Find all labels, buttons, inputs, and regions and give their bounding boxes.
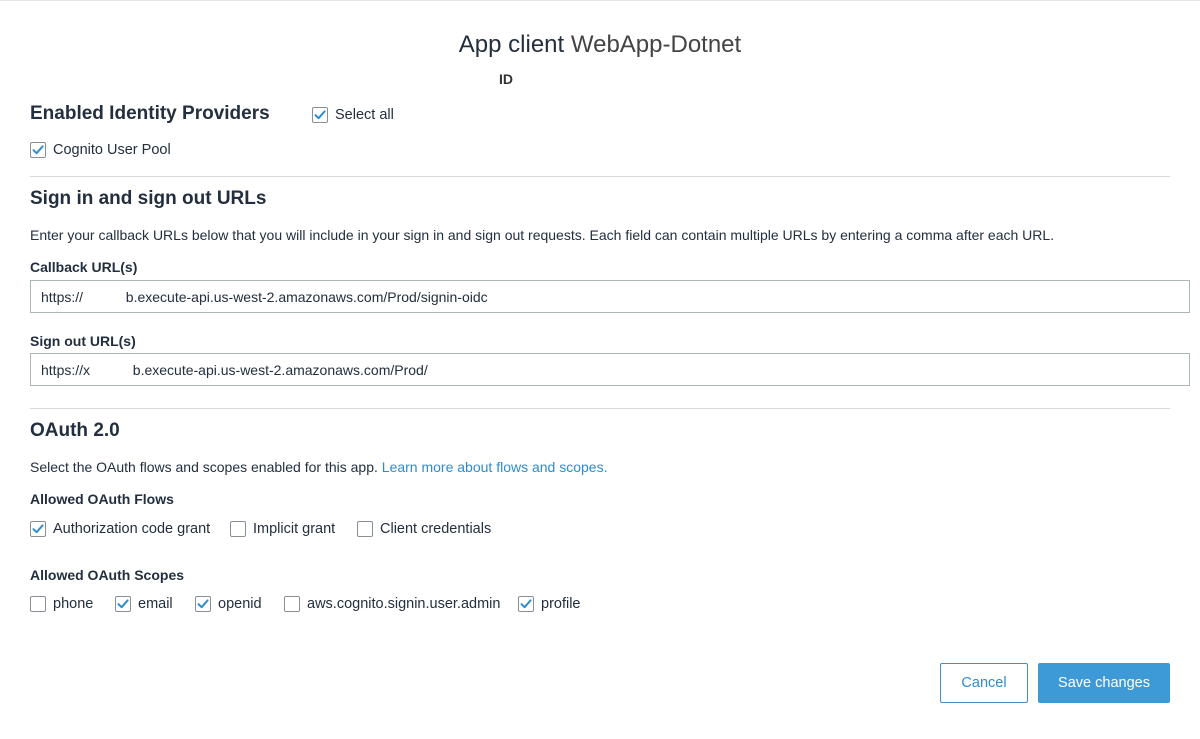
scope-label: email: [138, 596, 173, 612]
urls-description: Enter your callback URLs below that you …: [30, 227, 1055, 243]
callback-url-input[interactable]: [30, 280, 1190, 313]
top-border: [0, 0, 1200, 1]
select-all-checkbox[interactable]: Select all: [312, 107, 394, 123]
flow-label: Implicit grant: [253, 521, 336, 537]
flow-implicit-grant-checkbox[interactable]: Implicit grant: [230, 521, 335, 537]
scope-label: aws.cognito.signin.user.admin: [307, 596, 501, 612]
scope-phone-checkbox[interactable]: phone: [30, 596, 93, 612]
signout-url-label: Sign out URL(s): [30, 333, 136, 349]
identity-providers-heading: Enabled Identity Providers: [30, 103, 270, 124]
flow-label: Client credentials: [380, 521, 492, 537]
allowed-scopes-label: Allowed OAuth Scopes: [30, 567, 185, 583]
checkmark-icon: [197, 599, 209, 609]
checkbox-box: [357, 521, 373, 537]
allowed-flows-label: Allowed OAuth Flows: [30, 491, 174, 507]
oauth-description: Select the OAuth flows and scopes enable…: [30, 459, 607, 475]
callback-url-label: Callback URL(s): [30, 259, 138, 275]
scope-email-checkbox[interactable]: email: [115, 596, 173, 612]
urls-heading: Sign in and sign out URLs: [30, 188, 267, 209]
scope-openid-checkbox[interactable]: openid: [195, 596, 262, 612]
flow-client-credentials-checkbox[interactable]: Client credentials: [357, 521, 491, 537]
scope-profile-checkbox[interactable]: profile: [518, 596, 581, 612]
section-divider: [30, 408, 1170, 409]
app-client-name: WebApp-Dotnet: [570, 31, 742, 58]
scope-label: profile: [541, 596, 581, 612]
save-changes-button[interactable]: Save changes: [1038, 663, 1170, 703]
checkbox-box: [30, 142, 46, 158]
checkmark-icon: [520, 599, 532, 609]
section-divider: [30, 176, 1170, 177]
signout-url-input[interactable]: [30, 353, 1190, 386]
flow-label: Authorization code grant: [53, 521, 211, 537]
scope-label: phone: [53, 596, 94, 612]
checkbox-box: [312, 107, 328, 123]
checkbox-box: [284, 596, 300, 612]
provider-cognito-checkbox[interactable]: Cognito User Pool: [30, 142, 171, 158]
checkmark-icon: [32, 145, 44, 155]
checkbox-box: [195, 596, 211, 612]
scope-label: openid: [218, 596, 262, 612]
page-title: App client WebApp-Dotnet: [0, 31, 1200, 59]
scope-cognito-admin-checkbox[interactable]: aws.cognito.signin.user.admin: [284, 596, 500, 612]
checkbox-box: [115, 596, 131, 612]
learn-more-link[interactable]: Learn more about flows and scopes.: [382, 459, 608, 475]
app-client-id-label: ID: [499, 71, 513, 87]
oauth-heading: OAuth 2.0: [30, 420, 120, 441]
oauth-description-text: Select the OAuth flows and scopes enable…: [30, 459, 378, 475]
select-all-label: Select all: [335, 107, 394, 123]
checkbox-box: [230, 521, 246, 537]
checkbox-box: [30, 521, 46, 537]
checkbox-box: [30, 596, 46, 612]
provider-label: Cognito User Pool: [53, 142, 171, 158]
title-prefix: App client: [458, 31, 571, 58]
flow-authorization-code-checkbox[interactable]: Authorization code grant: [30, 521, 210, 537]
checkbox-box: [518, 596, 534, 612]
checkmark-icon: [32, 524, 44, 534]
checkmark-icon: [314, 110, 326, 120]
cancel-button[interactable]: Cancel: [940, 663, 1028, 703]
checkmark-icon: [117, 599, 129, 609]
